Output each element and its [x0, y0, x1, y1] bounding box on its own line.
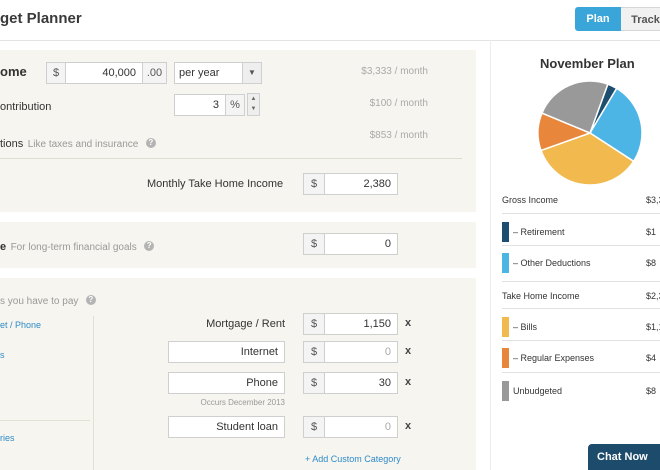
- legend-retirement-value: $1: [646, 227, 657, 237]
- bill-name-input[interactable]: Internet: [168, 341, 285, 363]
- legend-deductions-value: $8: [646, 258, 657, 268]
- take-home-currency: $: [303, 173, 325, 195]
- bill-name-input[interactable]: Student loan: [168, 416, 285, 438]
- legend-swatch-unbudgeted: [502, 381, 509, 401]
- bill-amount-input[interactable]: 0: [324, 341, 398, 363]
- bill-name: Mortgage / Rent: [206, 318, 285, 330]
- legend-unbudgeted-value: $8: [646, 386, 657, 396]
- retirement-percent-input[interactable]: 3: [174, 94, 226, 116]
- legend-divider: [502, 213, 660, 214]
- bill-amount-input[interactable]: 0: [324, 416, 398, 438]
- legend-swatch-deductions: [502, 253, 509, 273]
- income-monthly: $3,333 / month: [330, 66, 428, 77]
- column-divider: [93, 316, 94, 470]
- legend-divider: [502, 281, 660, 282]
- income-period-select[interactable]: per year ▼: [174, 62, 262, 84]
- legend-gross-value: $3,3: [646, 195, 660, 205]
- income-label: ome: [0, 64, 27, 79]
- pie-slices: [537, 80, 643, 186]
- deductions-hint: Like taxes and insurance: [27, 139, 139, 150]
- legend-take-home-label: Take Home Income: [502, 291, 580, 301]
- percent-sign: %: [225, 94, 245, 116]
- side-link-ries[interactable]: ries: [0, 433, 15, 443]
- caret-up-icon[interactable]: ▲: [248, 94, 259, 104]
- caret-down-icon[interactable]: ▼: [248, 104, 259, 114]
- remove-bill-icon[interactable]: x: [405, 420, 411, 432]
- income-amount-input[interactable]: 40,000: [65, 62, 143, 84]
- retirement-per-month: / month: [394, 98, 428, 109]
- legend-divider: [502, 245, 660, 246]
- legend-unbudgeted-label: Unbudgeted: [513, 386, 563, 396]
- deductions-per-month: / month: [394, 130, 428, 141]
- retirement-monthly-value: $100: [369, 98, 392, 109]
- plan-tab[interactable]: Plan: [575, 7, 621, 31]
- take-home-value: 2,380: [324, 173, 398, 195]
- bill-currency: $: [303, 341, 325, 363]
- savings-currency: $: [303, 233, 325, 255]
- savings-hint: For long-term financial goals: [10, 242, 137, 253]
- plan-pie-chart: [537, 80, 643, 186]
- deductions-monthly-value: $853: [369, 130, 392, 141]
- deductions-row: tions Like taxes and insurance ?: [0, 134, 156, 152]
- bill-currency: $: [303, 372, 325, 394]
- bills-hint: s you have to pay: [0, 296, 79, 307]
- phone-occurs-note: Occurs December 2013: [200, 398, 285, 407]
- chevron-down-icon: ▼: [242, 63, 261, 83]
- legend-retirement-label: – Retirement: [513, 227, 565, 237]
- legend-bills-value: $1,1: [646, 322, 660, 332]
- legend-regular-label: – Regular Expenses: [513, 353, 595, 363]
- side-divider: [0, 420, 90, 421]
- remove-bill-icon[interactable]: x: [405, 345, 411, 357]
- bill-amount-input[interactable]: 1,150: [324, 313, 398, 335]
- legend-swatch-regular: [502, 348, 509, 368]
- legend-bills-label: – Bills: [513, 322, 538, 332]
- savings-label: e: [0, 241, 7, 253]
- bill-amount-input[interactable]: 30: [324, 372, 398, 394]
- deductions-monthly: $853 / month: [330, 130, 428, 141]
- chat-now-button[interactable]: Chat Now: [588, 444, 660, 470]
- legend-swatch-retirement: [502, 222, 509, 242]
- savings-input[interactable]: 0: [324, 233, 398, 255]
- legend-take-home-value: $2,3: [646, 291, 660, 301]
- app-title: get Planner: [0, 10, 82, 27]
- retirement-monthly: $100 / month: [330, 98, 428, 109]
- income-period-value: per year: [179, 67, 220, 79]
- remove-bill-icon[interactable]: x: [405, 376, 411, 388]
- retirement-label: ontribution: [0, 101, 52, 113]
- plan-chart-title: November Plan: [540, 56, 635, 71]
- help-icon[interactable]: ?: [85, 294, 96, 305]
- legend-gross-label: Gross Income: [502, 195, 559, 205]
- bills-header: s you have to pay ?: [0, 291, 96, 309]
- top-bar: [0, 0, 660, 41]
- legend-deductions-label: – Other Deductions: [513, 258, 591, 268]
- bill-name-input[interactable]: Phone: [168, 372, 285, 394]
- savings-row: e For long-term financial goals ?: [0, 237, 155, 255]
- legend-swatch-bills: [502, 317, 509, 337]
- remove-bill-icon[interactable]: x: [405, 317, 411, 329]
- income-currency: $: [46, 62, 66, 84]
- add-custom-category-link[interactable]: + Add Custom Category: [305, 454, 401, 464]
- deductions-label: tions: [0, 138, 24, 150]
- help-icon[interactable]: ?: [145, 137, 156, 148]
- percent-stepper[interactable]: ▲ ▼: [247, 93, 260, 116]
- legend-divider: [502, 372, 660, 373]
- legend-regular-value: $4: [646, 353, 657, 363]
- divider: [0, 158, 462, 159]
- take-home-label: Monthly Take Home Income: [147, 178, 284, 190]
- legend-divider: [502, 340, 660, 341]
- help-icon[interactable]: ?: [144, 240, 155, 251]
- side-link-internet-phone[interactable]: et / Phone: [0, 320, 41, 330]
- income-cents: .00: [142, 62, 167, 84]
- bill-currency: $: [303, 416, 325, 438]
- track-tab[interactable]: Track: [621, 7, 660, 31]
- income-per-month: / month: [394, 66, 428, 77]
- income-monthly-value: $3,333: [361, 66, 392, 77]
- legend-divider: [502, 308, 660, 309]
- side-link-s[interactable]: s: [0, 350, 5, 360]
- bill-currency: $: [303, 313, 325, 335]
